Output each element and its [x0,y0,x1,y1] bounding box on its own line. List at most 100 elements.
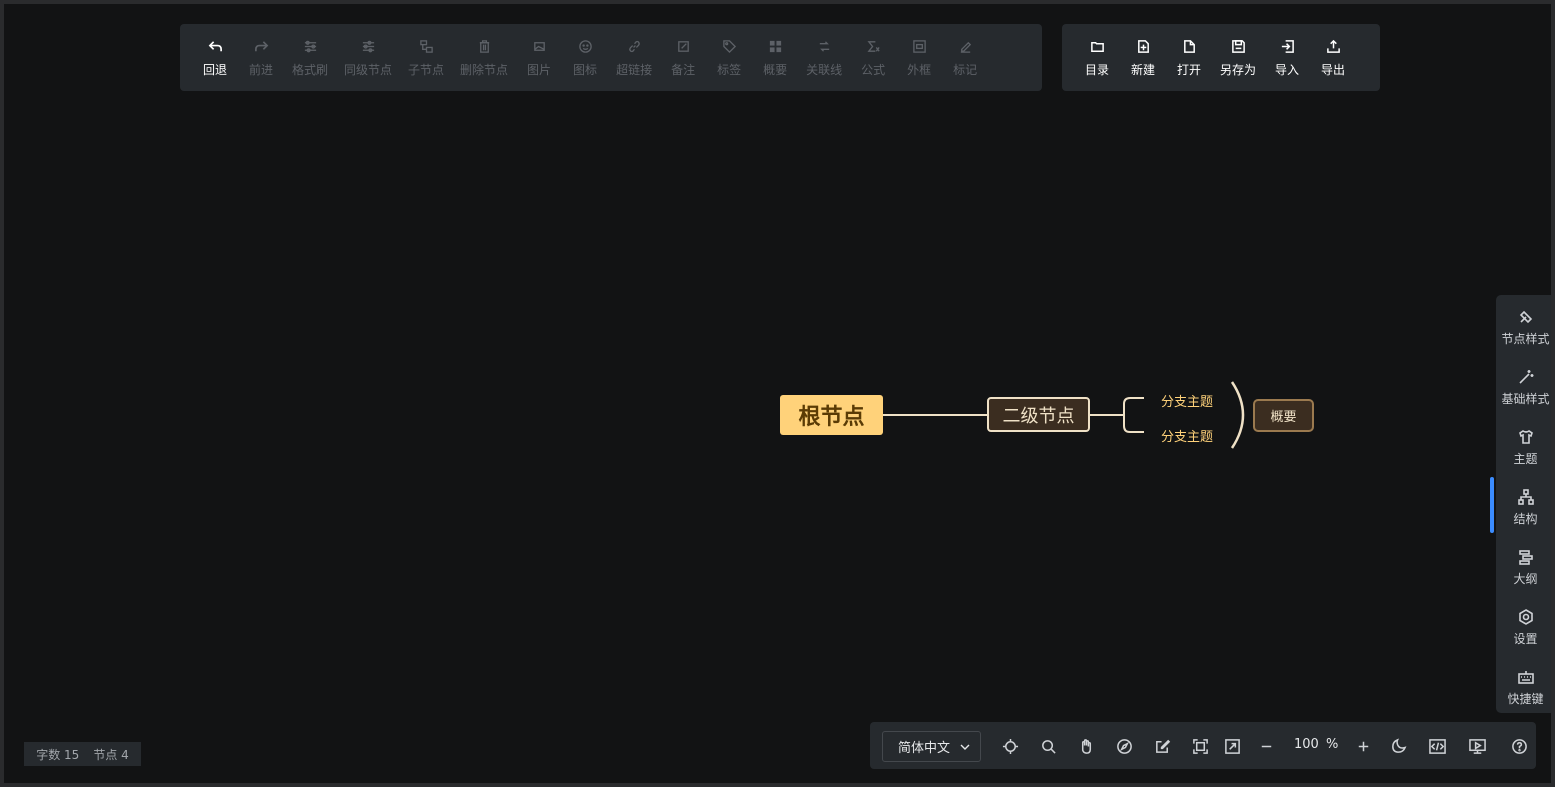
link-icon [625,38,643,56]
note-icon [674,38,692,56]
import-icon [1278,38,1296,56]
summary-button[interactable]: 概要 [752,24,798,91]
bottom-toolbar: 简体中文 100 % [870,722,1536,769]
format-brush-icon [301,38,319,56]
root-node[interactable]: 根节点 [780,395,883,435]
hand-icon [1081,738,1091,754]
locate-icon [1002,738,1018,754]
outer-frame-button[interactable]: 外框 [896,24,942,91]
sidebar-item-structure[interactable]: 结构 [1496,479,1551,535]
outer-frame-label: 外框 [907,62,932,77]
help-button[interactable] [1510,737,1528,755]
open-file-icon [1180,38,1198,56]
fullscreen-button[interactable] [1223,737,1241,755]
help-icon [1511,738,1527,754]
outer-frame-icon [910,38,928,56]
tag-label: 标签 [717,62,742,77]
icon-button[interactable]: 图标 [562,24,608,91]
hyperlink-button[interactable]: 超链接 [608,24,660,91]
undo-button[interactable]: 回退 [192,24,238,91]
hyperlink-label: 超链接 [616,62,653,77]
search-button[interactable] [1039,737,1057,755]
sidebar-item-node-style[interactable]: 节点样式 [1496,299,1551,355]
sidebar-item-base-style[interactable]: 基础样式 [1496,359,1551,415]
image-label: 图片 [527,62,552,77]
format-brush-button[interactable]: 格式刷 [284,24,336,91]
zoom-out-icon [1261,745,1271,747]
locate-button[interactable] [1001,737,1019,755]
zoom-in-button[interactable] [1354,737,1372,755]
code-button[interactable] [1428,737,1446,755]
summary-brace [1230,381,1245,449]
keyboard-icon [1517,668,1535,686]
tag-icon [720,38,738,56]
save-as-button[interactable]: 另存为 [1212,24,1264,91]
delete-node-label: 删除节点 [460,62,509,77]
branch-topic-node[interactable]: 分支主题 [1161,426,1213,445]
mark-button[interactable]: 标记 [942,24,988,91]
settings-icon [1517,608,1535,626]
format-brush-label: 格式刷 [292,62,329,77]
node-style-icon [1517,308,1535,326]
export-button[interactable]: 导出 [1310,24,1356,91]
navigator-button[interactable] [1115,737,1133,755]
association-line-button[interactable]: 关联线 [798,24,850,91]
fit-screen-button[interactable] [1191,737,1209,755]
export-icon [1324,38,1342,56]
import-button[interactable]: 导入 [1264,24,1310,91]
save-as-label: 另存为 [1220,62,1257,77]
open-label: 打开 [1176,62,1201,77]
language-select[interactable]: 简体中文 [882,731,981,762]
sidebar-active-indicator [1490,477,1494,533]
zoom-unit: % [1326,737,1339,752]
magic-wand-icon [1517,368,1535,386]
delete-node-button[interactable]: 删除节点 [452,24,516,91]
dark-mode-icon [1391,737,1406,753]
sidebar-item-outline[interactable]: 大纲 [1496,539,1551,595]
directory-label: 目录 [1084,62,1109,77]
directory-button[interactable]: 目录 [1074,24,1120,91]
presentation-button[interactable] [1468,737,1486,755]
structure-icon [1517,488,1535,506]
icon-label: 图标 [573,62,598,77]
smiley-icon [576,38,594,56]
open-button[interactable]: 打开 [1166,24,1212,91]
sidebar-item-label: 主题 [1513,451,1538,466]
second-level-node[interactable]: 二级节点 [987,397,1090,432]
child-node-button[interactable]: 子节点 [400,24,452,91]
language-value: 简体中文 [898,741,951,756]
branch-topic-node[interactable]: 分支主题 [1161,391,1213,410]
formula-icon [864,38,882,56]
app-window: 根节点 二级节点 分支主题 分支主题 概要 回退 前进 格式刷 同级节点 子节点… [4,4,1551,783]
dark-mode-button[interactable] [1389,737,1407,755]
note-button[interactable]: 备注 [660,24,706,91]
image-button[interactable]: 图片 [516,24,562,91]
mindmap-canvas[interactable] [4,4,1551,783]
association-line-icon [815,38,833,56]
shirt-icon [1517,428,1535,446]
formula-button[interactable]: 公式 [850,24,896,91]
summary-icon [766,38,784,56]
sidebar-item-shortcuts[interactable]: 快捷键 [1496,659,1551,715]
new-button[interactable]: 新建 [1120,24,1166,91]
redo-icon [252,38,270,56]
node-count: 节点 4 [93,747,129,762]
summary-node[interactable]: 概要 [1253,399,1314,432]
drag-mode-button[interactable] [1077,737,1095,755]
edit-button[interactable] [1153,737,1171,755]
redo-button[interactable]: 前进 [238,24,284,91]
status-bar: 字数 15 节点 4 [24,742,141,766]
new-label: 新建 [1130,62,1155,77]
sibling-node-button[interactable]: 同级节点 [336,24,400,91]
formula-label: 公式 [861,62,886,77]
sidebar-item-settings[interactable]: 设置 [1496,599,1551,655]
zoom-out-button[interactable] [1257,737,1275,755]
sidebar-item-label: 基础样式 [1501,391,1550,406]
sibling-node-label: 同级节点 [344,62,393,77]
chevron-down-icon [960,744,970,750]
new-file-icon [1134,38,1152,56]
tag-button[interactable]: 标签 [706,24,752,91]
sidebar-item-theme[interactable]: 主题 [1496,419,1551,475]
outline-icon [1517,548,1535,566]
zoom-in-icon [1358,741,1368,751]
